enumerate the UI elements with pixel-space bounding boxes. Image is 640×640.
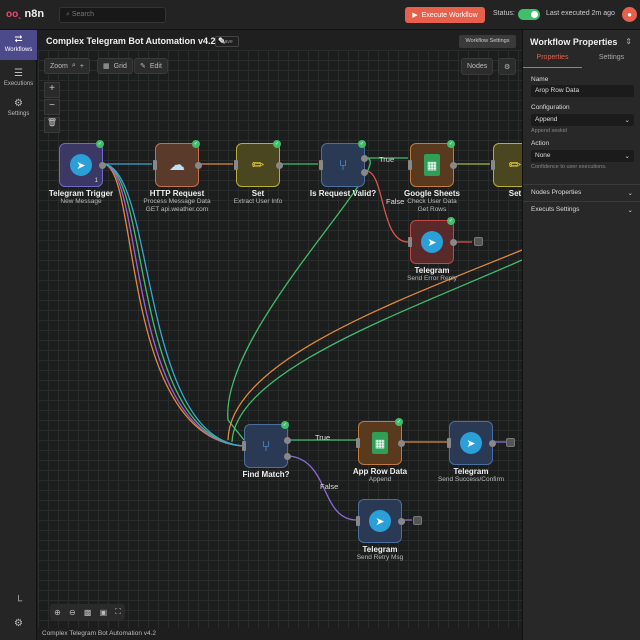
branch-icon: ⑂ xyxy=(261,437,271,455)
canvas-controls: ⊕ ⊖ ▩ ▣ ⛶ xyxy=(50,604,125,620)
chevron-down-icon: ⌄ xyxy=(627,190,633,197)
tab-properties[interactable]: Properties xyxy=(523,54,582,68)
sheets-icon: ▦ xyxy=(372,432,388,454)
node-is-request-valid[interactable]: ⑂ ✓ xyxy=(319,140,368,187)
telegram-icon: ➤ xyxy=(70,154,92,176)
zoom-in-icon[interactable]: ⊕ xyxy=(54,608,61,617)
name-label: Name xyxy=(531,76,549,83)
node-http-request[interactable]: ☁ ✓ xyxy=(153,140,202,187)
check-icon: ✓ xyxy=(96,140,104,148)
action-label: Action xyxy=(531,140,550,147)
sheets-icon: ▦ xyxy=(424,154,440,176)
footer-title: Complex Telegram Bot Automation v4.2 xyxy=(42,630,157,637)
branch-icon: ⑂ xyxy=(338,156,348,174)
action-select[interactable]: None ⌄ xyxy=(531,150,634,162)
node-label: Find Match? xyxy=(242,470,290,479)
expand-icon[interactable]: ⇕ xyxy=(625,37,632,46)
node-telegram-error[interactable]: ➤ ✓ xyxy=(408,217,457,264)
telegram-icon: ➤ xyxy=(460,432,482,454)
node-label: Telegram Send Error Reply xyxy=(407,266,457,282)
name-input[interactable]: Arop Row Data xyxy=(531,85,634,97)
node-label: Telegram Send Retry Msg xyxy=(356,545,404,561)
fullscreen-icon[interactable]: ⛶ xyxy=(115,607,121,617)
node-telegram-trigger[interactable]: ➤ ✓ 1 xyxy=(59,140,106,187)
edge xyxy=(231,259,523,443)
properties-panel: Workflow Properties ⇕ Properties Setting… xyxy=(522,30,640,640)
telegram-icon: ➤ xyxy=(421,231,443,253)
tab-settings[interactable]: Settings xyxy=(582,54,640,68)
chevron-down-icon: ⌄ xyxy=(624,117,630,124)
edge-label-true: True xyxy=(315,433,331,442)
section-nodes-properties[interactable]: Nodes Properties ⌄ xyxy=(523,184,640,201)
edge-label-false: False xyxy=(320,482,339,491)
configuration-help: Append seskid xyxy=(531,128,568,134)
telegram-icon: ➤ xyxy=(369,510,391,532)
cloud-icon: ☁ xyxy=(169,157,185,174)
fit-view-icon[interactable]: ▣ xyxy=(100,608,108,617)
configuration-label: Configuration xyxy=(531,104,570,111)
edge-label-true: True xyxy=(379,155,395,164)
section-executs-settings[interactable]: Executs Settings ⌄ xyxy=(523,201,640,218)
configuration-select[interactable]: Append ⌄ xyxy=(531,114,634,126)
node-telegram-retry[interactable]: ➤ xyxy=(356,499,405,543)
chevron-down-icon: ⌄ xyxy=(624,153,630,160)
add-node-stub[interactable] xyxy=(413,516,422,525)
node-telegram-success[interactable]: ➤ xyxy=(447,421,496,465)
edge-label-false: False xyxy=(386,197,405,206)
node-set[interactable]: ✏ ✓ xyxy=(234,140,283,187)
node-label: Telegram Send Success/Confirm xyxy=(437,467,505,483)
pencil-icon: ✏ xyxy=(251,157,265,174)
panel-title: Workflow Properties xyxy=(530,37,618,47)
node-google-sheets[interactable]: ▦ ✓ xyxy=(408,140,457,187)
action-help: Confidence to user executions. xyxy=(531,164,607,170)
output-port[interactable] xyxy=(99,162,106,169)
chevron-down-icon: ⌄ xyxy=(627,207,633,214)
node-app-row-data[interactable]: ▦ ✓ xyxy=(356,418,405,465)
add-node-stub[interactable] xyxy=(474,237,483,246)
trash-icon[interactable]: ▩ xyxy=(84,608,92,617)
add-node-stub[interactable] xyxy=(506,438,515,447)
zoom-out-icon[interactable]: ⊖ xyxy=(69,608,76,617)
node-find-match[interactable]: ⑂ ✓ xyxy=(242,421,291,468)
